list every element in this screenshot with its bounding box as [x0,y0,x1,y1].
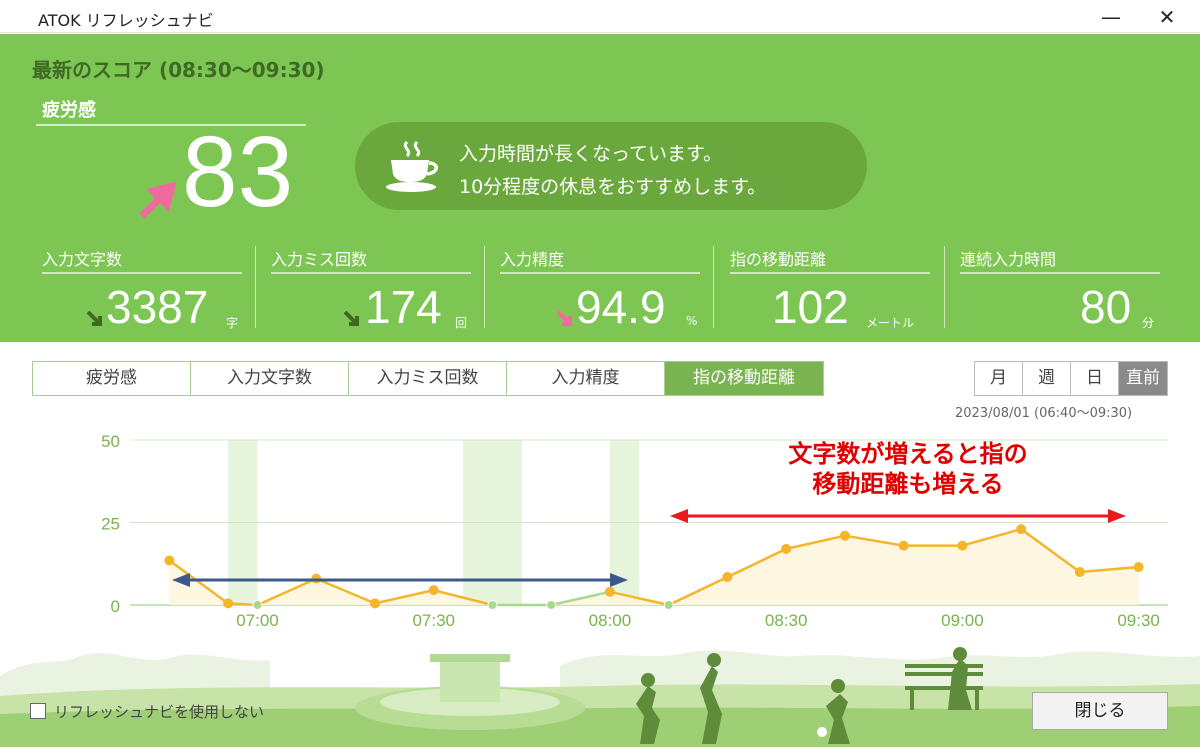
minimize-icon[interactable]: — [1088,2,1134,32]
period-month-button[interactable]: 月 [975,362,1023,395]
disable-navi-label: リフレッシュナビを使用しない [54,703,265,721]
data-point [252,600,263,610]
stat-divider [255,246,256,328]
data-point [546,600,557,610]
stat-label: 入力ミス回数 [271,250,368,269]
data-point [369,598,380,609]
annotation-line-2: 移動距離も増える [812,470,1003,498]
data-point [1133,562,1144,573]
y-tick-label: 0 [111,597,120,616]
data-point [223,598,234,609]
data-point [898,540,909,551]
stat-divider [944,246,945,328]
stat-underline [730,272,930,274]
x-tick-label: 07:30 [412,611,455,630]
trend-down-icon [343,310,359,326]
red-arrow-head-right [1108,509,1126,523]
stat-divider [713,246,714,328]
data-point [428,585,439,596]
data-point [604,586,615,597]
y-tick-label: 25 [101,515,120,534]
tab-accuracy[interactable]: 入力精度 [507,362,665,395]
red-arrow-head-left [670,509,688,523]
disable-navi-checkbox[interactable] [30,703,46,719]
data-point [1016,524,1027,535]
stat-underline [960,272,1160,274]
stat-finger-distance: 指の移動距離 102 メートル [730,244,930,334]
fatigue-label: 疲労感 [42,100,96,121]
trend-down-icon [556,310,572,326]
stat-unit: % [686,314,698,328]
stat-underline [42,272,242,274]
data-point [487,600,498,610]
period-day-button[interactable]: 日 [1071,362,1119,395]
x-tick-label: 08:00 [589,611,632,630]
data-point [164,555,175,566]
stat-value: 3387 [106,281,209,333]
stat-unit: メートル [866,316,915,330]
stat-unit: 回 [455,316,468,330]
stat-value: 80 [1080,281,1132,333]
period-week-button[interactable]: 週 [1023,362,1071,395]
stat-continuous-time: 連続入力時間 80 分 [960,244,1160,334]
stat-value: 94.9 [576,281,666,333]
window-title: ATOK リフレッシュナビ [38,11,214,30]
stat-underline [500,272,700,274]
stat-value: 102 [772,281,849,333]
stat-value: 174 [365,281,442,333]
stat-label: 入力文字数 [42,250,123,269]
tab-finger-distance[interactable]: 指の移動距離 [665,362,823,395]
stat-label: 連続入力時間 [960,250,1057,269]
distance-chart: 0 25 50 07:00 07:30 08:00 08:30 09:00 09:30 文字数が増… [101,432,1168,630]
stat-char-count: 入力文字数 3387 字 [42,244,242,334]
data-point [839,530,850,541]
stat-underline [271,272,471,274]
period-recent-button[interactable]: 直前 [1119,362,1167,395]
data-point [722,571,733,582]
tab-fatigue[interactable]: 疲労感 [33,362,191,395]
close-icon[interactable]: ✕ [1144,2,1190,32]
stat-divider [484,246,485,328]
data-point [957,540,968,551]
tab-char-count[interactable]: 入力文字数 [191,362,349,395]
stat-miss-count: 入力ミス回数 174 回 [271,244,471,334]
x-tick-label: 08:30 [765,611,808,630]
data-point [1074,567,1085,577]
trend-down-icon [86,310,102,326]
x-tick-label: 09:30 [1117,611,1160,630]
date-range: 2023/08/01 (06:40～09:30) [955,406,1133,421]
annotation-line-1: 文字数が増えると指の [788,440,1027,468]
score-title: 最新のスコア (08:30～09:30) [32,58,325,82]
title-bar: ATOK リフレッシュナビ — ✕ [0,0,1200,33]
advice-message: 入力時間が長くなっています。 10分程度の休息をおすすめします。 [355,122,867,210]
x-tick-label: 09:00 [941,611,984,630]
advice-line-2: 10分程度の休息をおすすめします。 [459,176,767,198]
park-illustration [0,636,1200,747]
fatigue-score-value: 83 [182,116,294,228]
stat-accuracy: 入力精度 94.9 % [500,244,700,334]
advice-line-1: 入力時間が長くなっています。 [459,143,723,165]
y-tick-label: 50 [101,432,120,451]
period-toggle: 月 週 日 直前 [974,361,1168,396]
area-fill [169,529,1139,605]
data-point [663,600,674,610]
close-button[interactable]: 閉じる [1032,692,1168,730]
score-header: 最新のスコア (08:30～09:30) 疲労感 83 入力時間が長くなっていま… [0,34,1200,342]
stat-label: 指の移動距離 [730,250,827,269]
stat-unit: 字 [226,316,239,330]
coffee-cup-icon [386,140,438,192]
data-point [781,543,792,554]
stat-unit: 分 [1142,316,1155,330]
stat-label: 入力精度 [500,250,565,269]
metric-tabs: 疲労感 入力文字数 入力ミス回数 入力精度 指の移動距離 [32,361,824,396]
tab-miss-count[interactable]: 入力ミス回数 [349,362,507,395]
x-tick-label: 07:00 [236,611,279,630]
trend-up-icon [139,182,176,219]
